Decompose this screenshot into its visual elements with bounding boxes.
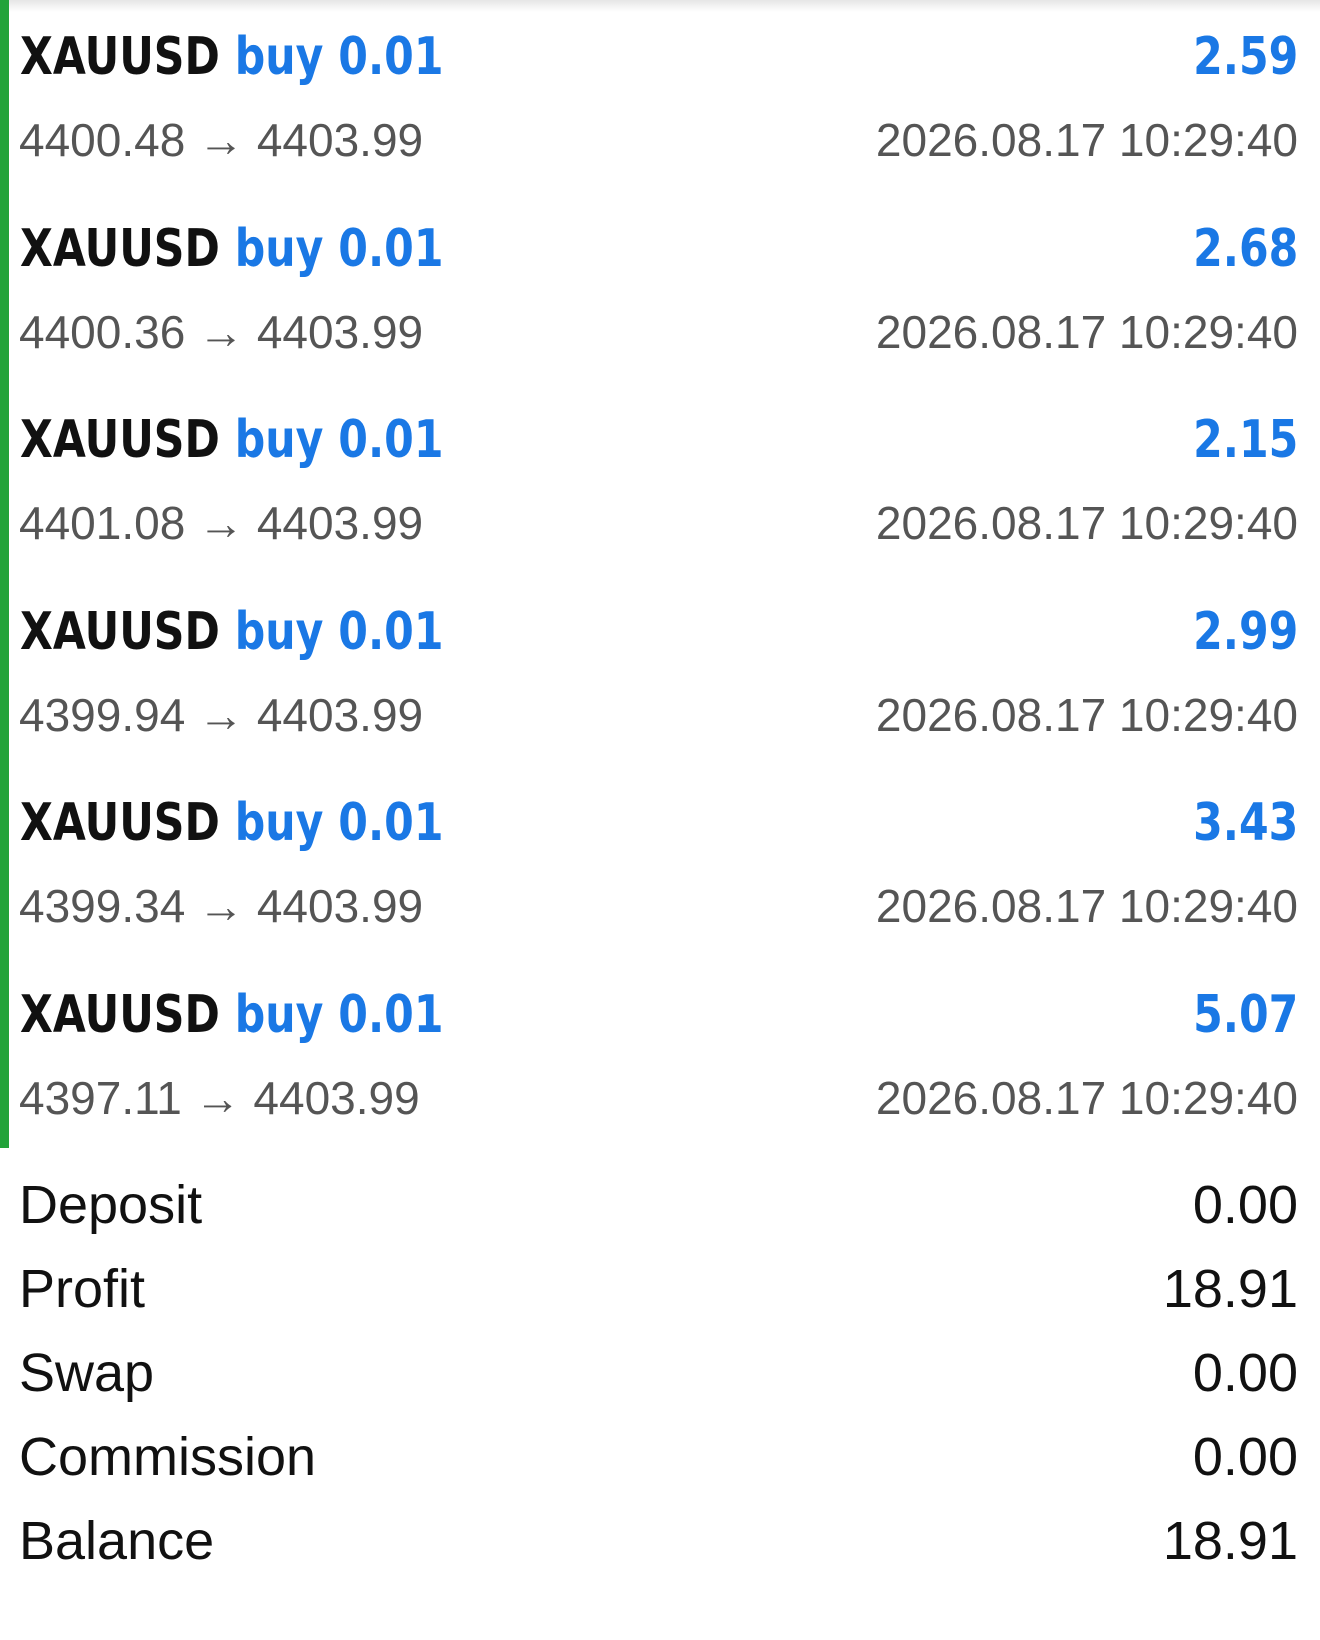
summary-label: Commission (19, 1427, 317, 1487)
summary-row-profit: Profit 18.91 (0, 1256, 1320, 1340)
deal-time: 2026.08.17 10:29:40 (875, 880, 1298, 932)
deal-prices: 4401.08 → 4403.99 (19, 497, 424, 549)
summary-section: Deposit 0.00 Profit 18.91 Swap 0.00 Comm… (0, 1172, 1320, 1592)
deal-title: XAUUSD buy 0.01 (20, 26, 444, 88)
deal-volume: 0.01 (338, 410, 444, 470)
deal-prices: 4399.34 → 4403.99 (19, 880, 424, 932)
deal-volume: 0.01 (338, 793, 444, 853)
deal-symbol: XAUUSD (20, 218, 220, 279)
deal-row[interactable]: XAUUSD buy 0.01 2.99 4399.94 → 4403.99 2… (0, 575, 1320, 767)
deal-side: buy (234, 793, 324, 853)
deal-title: XAUUSD buy 0.01 (20, 409, 444, 471)
summary-value: 18.91 (1162, 1259, 1298, 1319)
deal-profit: 2.68 (1192, 218, 1298, 279)
deal-side: buy (234, 410, 324, 470)
summary-value: 0.00 (1192, 1343, 1298, 1403)
summary-row-balance: Balance 18.91 (0, 1508, 1320, 1592)
deal-symbol: XAUUSD (20, 984, 220, 1045)
summary-label: Balance (19, 1511, 215, 1571)
deal-profit: 2.15 (1192, 410, 1298, 470)
deal-time: 2026.08.17 10:29:40 (875, 305, 1298, 358)
deal-volume: 0.01 (338, 218, 444, 279)
deal-time: 2026.08.17 10:29:40 (875, 1071, 1298, 1124)
summary-value: 0.00 (1192, 1427, 1298, 1487)
deal-profit: 5.07 (1192, 984, 1298, 1045)
deal-volume: 0.01 (338, 27, 444, 87)
deal-prices: 4400.36 → 4403.99 (19, 305, 424, 358)
summary-row-swap: Swap 0.00 (0, 1340, 1320, 1424)
deal-prices: 4397.11 → 4403.99 (19, 1071, 420, 1124)
deal-time: 2026.08.17 10:29:40 (875, 688, 1298, 741)
deal-volume: 0.01 (338, 984, 444, 1045)
summary-label: Profit (19, 1259, 146, 1319)
summary-label: Swap (19, 1343, 155, 1403)
deal-row[interactable]: XAUUSD buy 0.01 2.68 4400.36 → 4403.99 2… (0, 192, 1320, 384)
deal-row[interactable]: XAUUSD buy 0.01 3.43 4399.34 → 4403.99 2… (0, 766, 1320, 958)
summary-row-commission: Commission 0.00 (0, 1424, 1320, 1508)
deal-symbol: XAUUSD (20, 27, 220, 87)
deal-side: buy (234, 984, 324, 1045)
deal-title: XAUUSD buy 0.01 (20, 792, 444, 854)
summary-label: Deposit (19, 1175, 203, 1235)
deal-profit: 2.99 (1192, 601, 1298, 662)
summary-value: 18.91 (1162, 1511, 1298, 1571)
deals-list[interactable]: XAUUSD buy 0.01 2.59 4400.48 → 4403.99 2… (0, 0, 1320, 1149)
deal-symbol: XAUUSD (20, 793, 220, 853)
deal-profit: 2.59 (1192, 27, 1298, 87)
deal-side: buy (234, 601, 324, 662)
deal-time: 2026.08.17 10:29:40 (875, 497, 1298, 549)
deal-row[interactable]: XAUUSD buy 0.01 5.07 4397.11 → 4403.99 2… (0, 958, 1320, 1150)
deal-prices: 4399.94 → 4403.99 (19, 688, 424, 741)
deal-title: XAUUSD buy 0.01 (20, 218, 444, 280)
deal-profit: 3.43 (1192, 793, 1298, 853)
deal-title: XAUUSD buy 0.01 (20, 984, 444, 1046)
deal-symbol: XAUUSD (20, 601, 220, 662)
summary-row-deposit: Deposit 0.00 (0, 1172, 1320, 1256)
summary-value: 0.00 (1192, 1175, 1298, 1235)
deal-row[interactable]: XAUUSD buy 0.01 2.59 4400.48 → 4403.99 2… (0, 0, 1320, 192)
deal-side: buy (234, 218, 324, 279)
deal-row[interactable]: XAUUSD buy 0.01 2.15 4401.08 → 4403.99 2… (0, 383, 1320, 575)
deal-side: buy (234, 27, 324, 87)
deal-symbol: XAUUSD (20, 410, 220, 470)
deal-volume: 0.01 (338, 601, 444, 662)
deal-title: XAUUSD buy 0.01 (20, 601, 444, 663)
deal-time: 2026.08.17 10:29:40 (875, 114, 1298, 166)
deal-prices: 4400.48 → 4403.99 (19, 114, 424, 166)
